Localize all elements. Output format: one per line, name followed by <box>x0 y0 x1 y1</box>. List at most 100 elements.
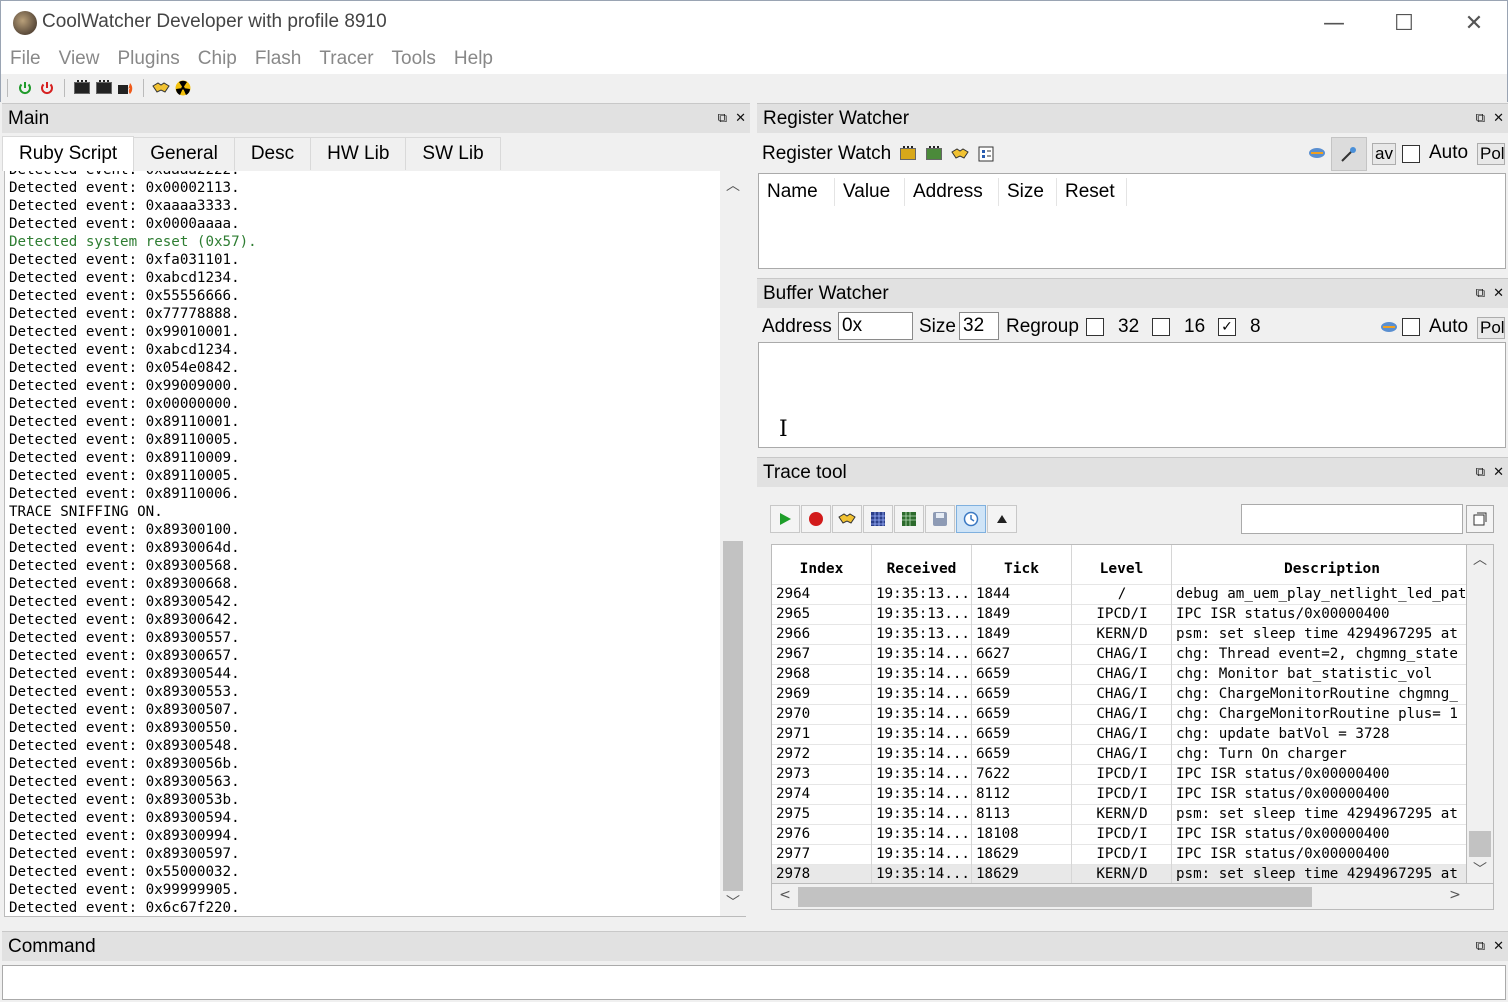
close-panel-icon[interactable]: ✕ <box>1493 938 1504 954</box>
trace-grid-button[interactable] <box>863 505 893 533</box>
trace-stop-button[interactable] <box>801 505 831 533</box>
scroll-right-icon[interactable]: > <box>1446 887 1464 903</box>
tab-desc[interactable]: Desc <box>234 137 312 170</box>
chip-lod-icon[interactable] <box>73 79 91 97</box>
menu-tracer[interactable]: Tracer <box>319 48 373 70</box>
log-scroll-thumb[interactable] <box>723 541 743 891</box>
trace-start-button[interactable] <box>770 505 800 533</box>
regroup-16-checkbox[interactable] <box>1152 318 1170 336</box>
close-panel-icon[interactable]: ✕ <box>1493 110 1504 126</box>
table-row[interactable]: 2974 19:35:14.... 8112 IPCD/I IPC ISR status… <box>772 785 1466 805</box>
buffer-refresh-icon[interactable] <box>1380 320 1398 338</box>
float-panel-icon[interactable]: ⧉ <box>1476 938 1485 954</box>
column-value[interactable]: Value <box>835 178 905 206</box>
menu-chip[interactable]: Chip <box>198 48 237 70</box>
add-register-icon[interactable] <box>899 145 917 163</box>
tab-hw-lib[interactable]: HW Lib <box>311 137 407 170</box>
column-reset[interactable]: Reset <box>1057 178 1127 206</box>
table-row[interactable]: 2975 19:35:14.... 8113 KERN/D psm: set sleep… <box>772 805 1466 825</box>
scroll-left-icon[interactable]: < <box>776 887 794 903</box>
trace-vscroll-thumb[interactable] <box>1469 831 1491 857</box>
table-row[interactable]: 2970 19:35:14.... 6659 CHAG/I chg: ChargeMon… <box>772 705 1466 725</box>
power-off-icon[interactable] <box>38 79 56 97</box>
trace-vscrollbar[interactable]: ︿ ﹀ <box>1467 544 1494 884</box>
table-row[interactable]: 2973 19:35:14.... 7622 IPCD/I IPC ISR status… <box>772 765 1466 785</box>
regroup-8-checkbox[interactable]: ✓ <box>1218 318 1236 336</box>
table-row[interactable]: 2965 19:35:13.... 1849 IPCD/I IPC ISR status… <box>772 605 1466 625</box>
table-row[interactable]: 2964 19:35:13.... 1844 / debug am_uem_play_n… <box>772 585 1466 605</box>
register-av-button[interactable]: av <box>1372 143 1396 165</box>
add-group-icon[interactable] <box>925 145 943 163</box>
scroll-up-icon[interactable]: ︿ <box>1471 549 1489 569</box>
register-refresh-icon[interactable] <box>1308 146 1326 164</box>
table-row[interactable]: 2978 19:35:14.... 18629 KERN/D psm: set slee… <box>772 865 1466 883</box>
column-received[interactable]: Received <box>872 545 972 583</box>
column-name[interactable]: Name <box>759 178 835 206</box>
buffer-size-input[interactable]: 32 <box>959 312 999 340</box>
column-tick[interactable]: Tick <box>972 545 1072 583</box>
table-row[interactable]: 2969 19:35:14.... 6659 CHAG/I chg: ChargeMon… <box>772 685 1466 705</box>
close-panel-icon[interactable]: ✕ <box>1493 464 1504 480</box>
log-scrollbar[interactable]: ︿ ﹀ <box>720 171 746 917</box>
float-panel-icon[interactable]: ⧉ <box>718 110 727 126</box>
trace-search-input[interactable] <box>1241 504 1463 534</box>
regroup-32-checkbox[interactable] <box>1086 318 1104 336</box>
power-on-icon[interactable] <box>16 79 34 97</box>
chip-dev-icon[interactable] <box>95 79 113 97</box>
tab-ruby-script[interactable]: Ruby Script <box>2 136 135 171</box>
tab-sw-lib[interactable]: SW Lib <box>406 137 501 170</box>
buffer-poll-button[interactable]: Pol <box>1477 317 1505 339</box>
trace-hscroll-thumb[interactable] <box>798 887 1312 907</box>
radiation-icon[interactable] <box>174 79 192 97</box>
menu-plugins[interactable]: Plugins <box>117 48 179 70</box>
maximize-button[interactable]: ☐ <box>1369 1 1439 45</box>
table-row[interactable]: 2972 19:35:14.... 6659 CHAG/I chg: Turn On c… <box>772 745 1466 765</box>
ruby-script-log[interactable]: Detected event: 0xaaaa2222.Detected even… <box>4 171 720 917</box>
trace-search-button[interactable] <box>1466 505 1494 533</box>
scroll-up-icon[interactable]: ︿ <box>724 175 742 195</box>
menu-help[interactable]: Help <box>454 48 493 70</box>
column-address[interactable]: Address <box>905 178 999 206</box>
trace-table[interactable]: 296319:35:13....1849RPCD/DRPC: recv resp… <box>771 544 1467 884</box>
column-description[interactable]: Description <box>1172 545 1466 583</box>
close-panel-icon[interactable]: ✕ <box>1493 285 1504 301</box>
trace-hscrollbar[interactable]: < > <box>771 884 1494 910</box>
column-index[interactable]: Index <box>772 545 872 583</box>
buffer-auto-checkbox[interactable] <box>1402 318 1420 336</box>
table-row[interactable]: 2977 19:35:14.... 18629 IPCD/I IPC ISR statu… <box>772 845 1466 865</box>
close-button[interactable]: ✕ <box>1439 1 1508 45</box>
float-panel-icon[interactable]: ⧉ <box>1476 464 1485 480</box>
close-panel-icon[interactable]: ✕ <box>735 110 746 126</box>
trace-clear-button[interactable] <box>987 505 1017 533</box>
command-input[interactable] <box>2 965 1506 1000</box>
menu-file[interactable]: File <box>10 48 41 70</box>
buffer-address-input[interactable]: 0x <box>838 312 913 340</box>
trace-clock-button[interactable] <box>956 505 986 533</box>
buffer-content-area[interactable]: I <box>758 342 1506 448</box>
menu-flash[interactable]: Flash <box>255 48 301 70</box>
table-row[interactable]: 2968 19:35:14.... 6659 CHAG/I chg: Monitor b… <box>772 665 1466 685</box>
register-handshake-icon[interactable] <box>951 145 969 163</box>
table-row[interactable]: 2976 19:35:14.... 18108 IPCD/I IPC ISR statu… <box>772 825 1466 845</box>
column-size[interactable]: Size <box>999 178 1057 206</box>
register-table[interactable]: Name Value Address Size Reset <box>758 173 1506 269</box>
register-poll-button[interactable]: Pol <box>1477 143 1505 165</box>
table-row[interactable]: 2967 19:35:14.... 6627 CHAG/I chg: Thread ev… <box>772 645 1466 665</box>
scroll-down-icon[interactable]: ﹀ <box>724 892 742 912</box>
trace-connect-button[interactable] <box>832 505 862 533</box>
table-row[interactable]: 2971 19:35:14.... 6659 CHAG/I chg: update ba… <box>772 725 1466 745</box>
tab-general[interactable]: General <box>134 137 235 170</box>
register-auto-checkbox[interactable] <box>1402 145 1420 163</box>
chip-burn-icon[interactable] <box>117 79 135 97</box>
table-row[interactable]: 2966 19:35:13.... 1849 KERN/D psm: set sleep… <box>772 625 1466 645</box>
float-panel-icon[interactable]: ⧉ <box>1476 110 1485 126</box>
trace-save-button[interactable] <box>925 505 955 533</box>
trace-filter-button[interactable] <box>894 505 924 533</box>
menu-tools[interactable]: Tools <box>392 48 436 70</box>
register-tree-icon[interactable] <box>977 145 995 163</box>
column-level[interactable]: Level <box>1072 545 1172 583</box>
minimize-button[interactable]: — <box>1299 1 1369 45</box>
register-magic-button[interactable] <box>1331 137 1367 171</box>
menu-view[interactable]: View <box>59 48 100 70</box>
scroll-down-icon[interactable]: ﹀ <box>1471 859 1489 879</box>
